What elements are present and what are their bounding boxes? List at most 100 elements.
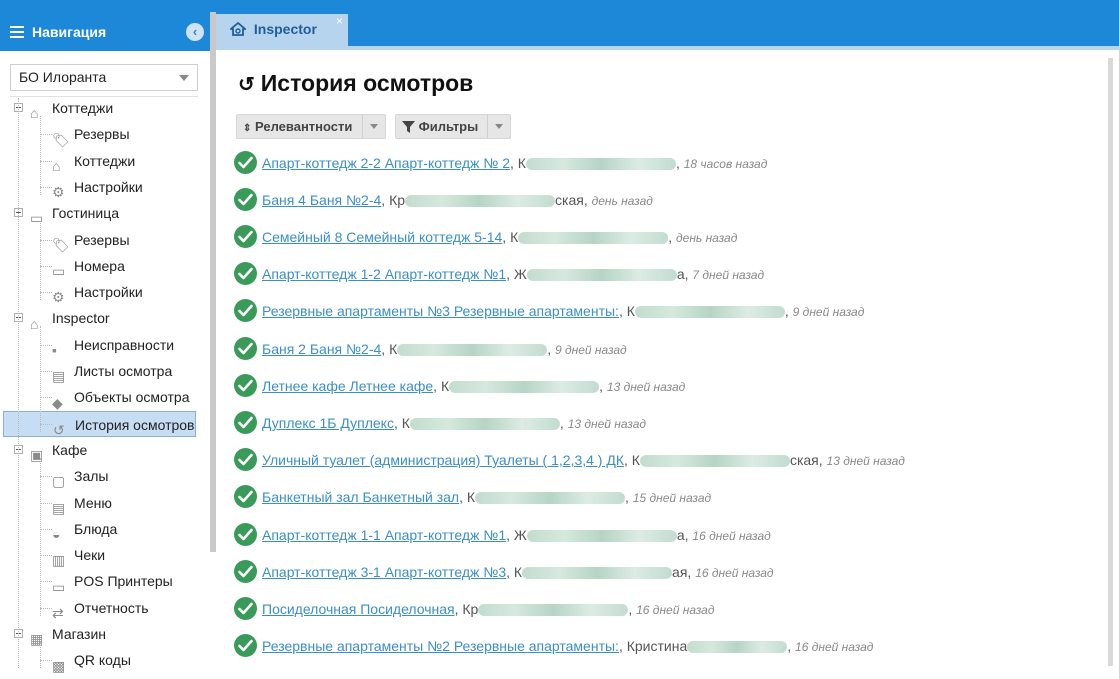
- sidebar-item-18[interactable]: ▭ POS Принтеры: [52, 568, 173, 594]
- inspector-name-visible: К: [401, 415, 410, 431]
- check-circle-icon: [234, 337, 257, 360]
- inspection-object-link[interactable]: Банкетный зал Банкетный зал: [262, 489, 459, 505]
- organization-select[interactable]: БО Илоранта: [10, 64, 198, 91]
- sidebar-item-label: Объекты осмотра: [74, 389, 190, 406]
- main-content: ↺ История осмотров ⇕ Релевантности Фильтр…: [216, 50, 1109, 666]
- filters-dropdown-toggle[interactable]: [487, 115, 510, 138]
- sidebar-item-5[interactable]: 🏷 Резервы: [52, 227, 130, 253]
- inspector-name-visible: К: [440, 378, 450, 394]
- check-circle-icon: [234, 299, 257, 322]
- inspection-object-link[interactable]: Апарт-коттедж 2-2 Апарт-коттедж № 2: [262, 155, 510, 171]
- sidebar-item-13[interactable]: ▣ Кафе: [30, 437, 87, 463]
- inspection-object-link[interactable]: Апарт-коттедж 1-2 Апарт-коттедж №1: [262, 266, 506, 282]
- inspection-object-link[interactable]: Семейный 8 Семейный коттедж 5-14: [262, 229, 502, 245]
- sidebar-item-label: Меню: [74, 494, 112, 511]
- blurred-name: [526, 269, 677, 282]
- inspection-object-link[interactable]: Посиделочная Посиделочная: [262, 601, 455, 617]
- inspection-object-link[interactable]: Баня 2 Баня №2-4: [262, 341, 381, 357]
- sidebar-item-12[interactable]: ↺ История осмотров: [3, 410, 196, 438]
- inspection-object-link[interactable]: Уличный туалет (администрация) Туалеты (…: [262, 452, 624, 468]
- tree-connector: [40, 607, 52, 609]
- object-icon: ◆: [52, 394, 63, 411]
- sort-button-label: Релевантности: [255, 119, 353, 134]
- sidebar-item-8[interactable]: ⌂ Inspector: [30, 305, 110, 331]
- navigation-sidebar: Навигация ‹ БО Илоранта ⌂ Коттеджи 🏷 Резерв…: [0, 12, 210, 674]
- blurred-name: [478, 604, 629, 617]
- inspection-time: 16 дней назад: [795, 640, 874, 654]
- inspector-name-tail: ская: [789, 452, 819, 468]
- sidebar-item-7[interactable]: ⚙ Настройки: [52, 279, 143, 305]
- hamburger-icon[interactable]: [10, 25, 24, 38]
- inspector-name: , Жа,: [506, 266, 693, 282]
- tree-connector: [40, 344, 52, 346]
- inspector-name-visible: Кр: [462, 601, 479, 617]
- inspection-time: 13 дней назад: [567, 417, 647, 431]
- close-tab-icon[interactable]: ×: [336, 6, 343, 36]
- sidebar-item-11[interactable]: ◆ Объекты осмотра: [52, 384, 190, 410]
- inspector-name-visible: Кр: [389, 192, 406, 208]
- sidebar-item-16[interactable]: ◒ Блюда: [52, 516, 117, 542]
- inspection-time: 16 дней назад: [636, 603, 715, 617]
- main-scrollbar[interactable]: [1108, 58, 1113, 666]
- check-circle-icon: [234, 151, 257, 174]
- sidebar-item-label: Коттеджи: [52, 100, 114, 116]
- sort-dropdown-toggle[interactable]: [362, 115, 385, 138]
- tree-connector: [40, 555, 52, 557]
- check-circle-icon: [234, 523, 257, 546]
- sort-icon: ⇕: [243, 123, 252, 134]
- sidebar-item-4[interactable]: ▭ Гостиница: [30, 200, 119, 226]
- gears-icon: ⚙: [52, 289, 65, 306]
- sidebar-item-19[interactable]: ⇄ Отчетность: [52, 595, 149, 621]
- sidebar-item-20[interactable]: ▦ Магазин: [30, 621, 106, 647]
- sidebar-item-17[interactable]: ▥ Чеки: [52, 542, 105, 568]
- page-title-text: История осмотров: [260, 70, 474, 96]
- shop-icon: ▦: [30, 631, 44, 648]
- tab-bar: Inspector ×: [216, 12, 1119, 46]
- inspection-object-link[interactable]: Баня 4 Баня №2-4: [262, 192, 381, 208]
- sidebar-item-15[interactable]: ▤ Меню: [52, 490, 112, 516]
- inspection-object-link[interactable]: Летнее кафе Летнее кафе: [262, 378, 433, 394]
- tree-connector: [40, 221, 41, 301]
- blurred-name: [475, 492, 626, 505]
- sidebar-item-21[interactable]: ▩ QR коды: [52, 647, 131, 673]
- sidebar-header: Навигация ‹: [0, 12, 210, 51]
- sidebar-item-label: Резервы: [74, 231, 130, 248]
- inspector-name-visible: К: [517, 155, 526, 171]
- inspection-object-link[interactable]: Резервные апартаменты №3 Резервные апарт…: [262, 303, 619, 319]
- tab-label: Inspector: [253, 21, 317, 37]
- sidebar-item-1[interactable]: 🏷 Резервы: [52, 121, 130, 147]
- filters-button[interactable]: Фильтры: [395, 114, 511, 139]
- inspection-time: 18 часов назад: [683, 157, 768, 171]
- tree-connector: [40, 423, 52, 425]
- inspector-name: , Кая,: [506, 564, 696, 580]
- sidebar-item-label: Гостиница: [52, 205, 120, 222]
- sidebar-item-label: Inspector: [52, 310, 110, 327]
- sidebar-item-6[interactable]: ▭ Номера: [52, 253, 125, 279]
- sidebar-item-14[interactable]: ▢ Залы: [52, 463, 108, 489]
- tree-connector: [40, 397, 52, 399]
- inspection-time: 9 дней назад: [555, 343, 627, 357]
- sidebar-item-10[interactable]: ▤ Листы осмотра: [52, 358, 172, 384]
- sidebar-item-0[interactable]: ⌂ Коттеджи: [30, 95, 113, 121]
- tree-connector: [40, 134, 52, 136]
- sidebar-item-3[interactable]: ⚙ Настройки: [52, 174, 143, 200]
- collapse-sidebar-icon[interactable]: ‹: [186, 23, 204, 41]
- sort-button[interactable]: ⇕ Релевантности: [236, 114, 386, 139]
- inspection-time: день назад: [676, 231, 738, 245]
- tags-icon: 🏷: [52, 131, 70, 148]
- page-title: ↺ История осмотров: [238, 70, 473, 97]
- inspector-name: , Кристина,: [618, 638, 796, 654]
- inspector-name: , К,: [381, 341, 555, 357]
- sidebar-item-2[interactable]: ⌂ Коттеджи: [52, 148, 135, 174]
- home-icon: ⌂: [52, 157, 61, 174]
- tab-inspector[interactable]: Inspector ×: [216, 14, 348, 46]
- inspector-name: , К,: [393, 415, 568, 431]
- inspection-object-link[interactable]: Апарт-коттедж 1-1 Апарт-коттедж №1: [262, 527, 506, 543]
- inspection-object-link[interactable]: Апарт-коттедж 3-1 Апарт-коттедж №3: [262, 564, 506, 580]
- inspection-object-link[interactable]: Дуплекс 1Б Дуплекс: [262, 415, 394, 431]
- tree-connector: [40, 476, 52, 478]
- inspection-object-link[interactable]: Резервные апартаменты №2 Резервные апарт…: [262, 638, 619, 654]
- gears-icon: ⚙: [52, 184, 65, 201]
- sidebar-item-9[interactable]: ▪ Неисправности: [52, 332, 174, 358]
- qr-icon: ▩: [52, 657, 66, 674]
